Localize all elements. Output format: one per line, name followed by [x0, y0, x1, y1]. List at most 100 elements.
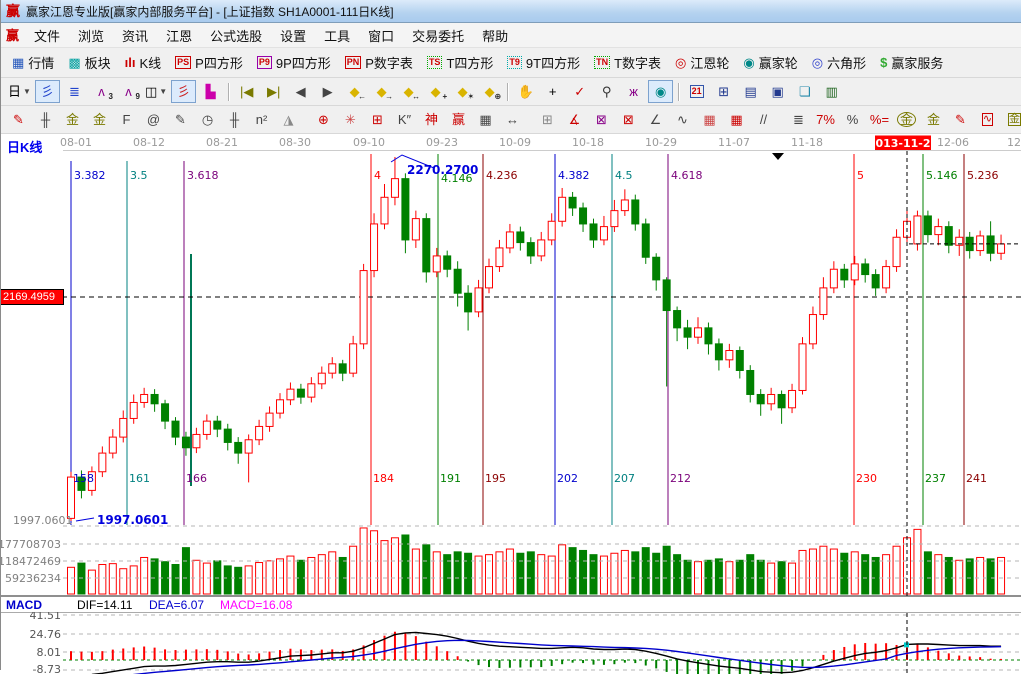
calendar-button[interactable]: 21 [684, 80, 709, 103]
kline-chart-svg[interactable]: 08-0108-1208-2108-3009-1009-2310-0910-18… [1, 134, 1021, 674]
gann-fan-button[interactable]: ∡ [562, 108, 587, 131]
p-number-button[interactable]: PNP数字表 [338, 51, 420, 74]
n-squared-button[interactable]: n² [249, 108, 274, 131]
period-day-dropdown-button[interactable]: 日▼ [6, 80, 33, 103]
menu-item-4[interactable]: 公式选股 [210, 26, 262, 45]
gann-wheel-button[interactable]: ◎江恩轮 [668, 51, 736, 74]
tick-ruler-2-button[interactable]: ╫ [222, 108, 247, 131]
zoom-full-button[interactable]: ◆⊕ [477, 80, 502, 103]
volume-bar [68, 567, 75, 594]
menu-item-2[interactable]: 资讯 [122, 26, 148, 45]
percent-levels-button[interactable]: %= [867, 108, 892, 131]
zoom-in-x-button[interactable]: ◆→ [369, 80, 394, 103]
zigzag-button[interactable]: ∿ [670, 108, 695, 131]
gold-ratio-b-button[interactable]: 金 [87, 108, 112, 131]
menu-item-7[interactable]: 窗口 [368, 26, 394, 45]
candle-style-dropdown-button[interactable]: ◫▼ [143, 80, 169, 103]
chart-canvas[interactable]: 08-0108-1208-2108-3009-1009-2310-0910-18… [1, 134, 1021, 674]
menu-item-3[interactable]: 江恩 [166, 26, 192, 45]
notes-button[interactable]: ▤ [738, 80, 763, 103]
annotate-tool-button[interactable]: ✓ [567, 80, 592, 103]
9p-square-button[interactable]: P99P四方形 [250, 51, 338, 74]
gold-box-button[interactable]: 金 [1002, 108, 1021, 131]
flag-pencil-button[interactable]: ✎ [948, 108, 973, 131]
ying-grid-button[interactable]: 赢 [446, 108, 471, 131]
menu-item-8[interactable]: 交易委托 [412, 26, 464, 45]
k-note-button[interactable]: K″ [392, 108, 417, 131]
grid-123-button[interactable]: ▦ [473, 108, 498, 131]
pencil-ruler-button[interactable]: ✎ [168, 108, 193, 131]
next-bar-button[interactable]: ▶ [315, 80, 340, 103]
square-grid-button[interactable]: ⊞ [365, 108, 390, 131]
t-number-button[interactable]: TNT数字表 [587, 51, 668, 74]
web-link-button[interactable]: ❏ [792, 80, 817, 103]
volume-bar [78, 563, 85, 594]
draw-overlay-toggle-button[interactable]: 彡 [35, 80, 60, 103]
gann-gallery-button[interactable]: ж [621, 80, 646, 103]
wave-9-button[interactable]: ʌ9 [116, 80, 141, 103]
candle-body [715, 344, 722, 360]
volume-bar [141, 557, 148, 594]
gold-levels-button[interactable]: 金 [921, 108, 946, 131]
menu-item-6[interactable]: 工具 [324, 26, 350, 45]
span-arrows-button[interactable]: ↔ [500, 108, 525, 131]
wave-3-button[interactable]: ʌ3 [89, 80, 114, 103]
candle-body [820, 288, 827, 315]
parallel-button[interactable]: // [751, 108, 776, 131]
grid-red-button[interactable]: ▦ [697, 108, 722, 131]
circle-cross-button[interactable]: ⊕ [311, 108, 336, 131]
zoom-star-button[interactable]: ◆✶ [450, 80, 475, 103]
set-square-button[interactable]: ◮ [276, 108, 301, 131]
winner-wheel-button[interactable]: ◉赢家轮 [736, 51, 804, 74]
crosshair-tool-button[interactable]: + [540, 80, 565, 103]
remote-pc-button[interactable]: ▥ [819, 80, 844, 103]
tick-ruler-button[interactable]: ╫ [33, 108, 58, 131]
hexagon-button[interactable]: ◎六角形 [805, 51, 873, 74]
t-square-button[interactable]: TST四方形 [420, 51, 500, 74]
first-screen-button[interactable]: |◀ [234, 80, 259, 103]
zoom-out-x-button[interactable]: ◆← [342, 80, 367, 103]
volume-bar [308, 557, 315, 594]
kline-button[interactable]: ılıK线 [118, 51, 169, 74]
fan-box-b-button[interactable]: ⊠ [616, 108, 641, 131]
9t-square-button[interactable]: T99T四方形 [500, 51, 587, 74]
menu-item-1[interactable]: 浏览 [78, 26, 104, 45]
fibonacci-f-button[interactable]: F [114, 108, 139, 131]
save-button[interactable]: ▣ [765, 80, 790, 103]
menu-item-0[interactable]: 文件 [34, 26, 60, 45]
zoom-plus-button[interactable]: ◆+ [423, 80, 448, 103]
info-panel-button[interactable]: ≣ [62, 80, 87, 103]
search-tool-button[interactable]: ⚲ [594, 80, 619, 103]
wave-box-button[interactable]: ∿ [975, 108, 1000, 131]
volume-bar [548, 556, 555, 594]
percent-retrace-button[interactable]: 7% [813, 108, 838, 131]
gold-circle-button[interactable]: 金 [894, 108, 919, 131]
angle-lines-button[interactable]: ∠ [643, 108, 668, 131]
percent-levels-icon: %= [870, 113, 889, 126]
prev-bar-button[interactable]: ◀ [288, 80, 313, 103]
menu-item-9[interactable]: 帮助 [482, 26, 508, 45]
calculator-button[interactable]: ⊞ [711, 80, 736, 103]
volume-distribution-button[interactable]: ▙ [198, 80, 223, 103]
level-bars-button[interactable]: ≣ [786, 108, 811, 131]
sectors-button[interactable]: ▩板块 [61, 51, 117, 74]
erase-overlay-button[interactable]: 彡 [171, 80, 196, 103]
box-frame-button[interactable]: ⊞ [535, 108, 560, 131]
gold-ratio-a-button[interactable]: 金 [60, 108, 85, 131]
grid-axis-button[interactable]: ▦ [724, 108, 749, 131]
winner-service-button[interactable]: $赢家服务 [873, 51, 950, 74]
fit-x-button[interactable]: ◆↔ [396, 80, 421, 103]
time-cycle-button[interactable]: ◷ [195, 108, 220, 131]
quotes-button[interactable]: ▦行情 [5, 51, 61, 74]
menu-item-5[interactable]: 设置 [280, 26, 306, 45]
fan-box-a-button[interactable]: ⊠ [589, 108, 614, 131]
shen-grid-button[interactable]: 神 [419, 108, 444, 131]
last-screen-button[interactable]: ▶| [261, 80, 286, 103]
percent-button[interactable]: % [840, 108, 865, 131]
pencil-button[interactable]: ✎ [6, 108, 31, 131]
spiral-button[interactable]: @ [141, 108, 166, 131]
p-square-button[interactable]: PSP四方形 [168, 51, 250, 74]
hand-tool-button[interactable]: ✋ [513, 80, 538, 103]
smart-wheel-button[interactable]: ◉ [648, 80, 673, 103]
star-grid-button[interactable]: ✳ [338, 108, 363, 131]
